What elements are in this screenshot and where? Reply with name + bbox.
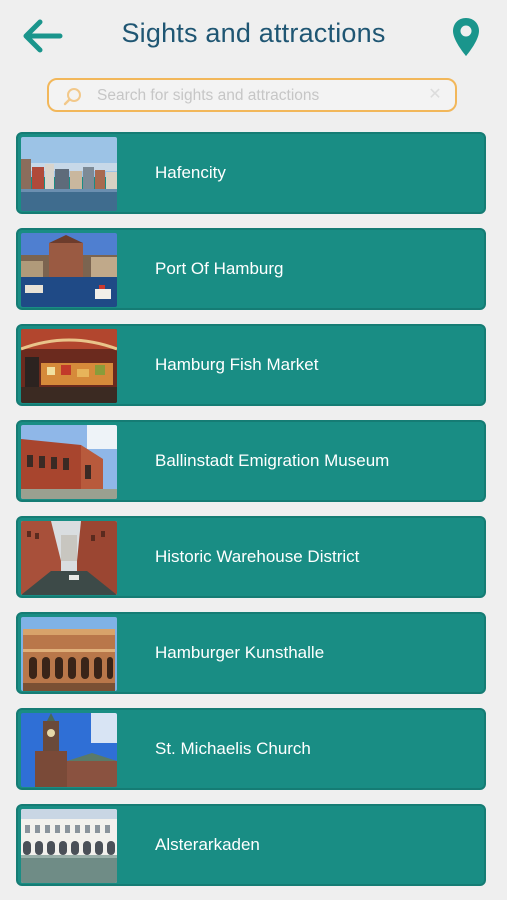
list-item-st-michaelis[interactable]: St. Michaelis Church	[16, 708, 486, 790]
list-item-label: Hamburg Fish Market	[155, 355, 319, 374]
list-item-warehouse-district[interactable]: Historic Warehouse District	[16, 516, 486, 598]
market-photo	[21, 329, 117, 403]
warehouse-photo	[21, 521, 117, 595]
museum-photo	[21, 425, 117, 499]
kunsthalle-photo	[21, 617, 117, 691]
church-photo	[21, 713, 117, 787]
list-item-label: Hafencity	[155, 163, 226, 182]
location-button[interactable]	[450, 16, 482, 58]
top-bar: Sights and attractions	[0, 0, 507, 75]
list-item-label: Ballinstadt Emigration Museum	[155, 451, 390, 470]
list-item-fish-market[interactable]: Hamburg Fish Market	[16, 324, 486, 406]
search-box: ✕	[47, 78, 457, 112]
port-photo	[21, 233, 117, 307]
harbour-city-photo	[21, 137, 117, 211]
arcades-photo	[21, 809, 117, 883]
list-item-ballinstadt[interactable]: Ballinstadt Emigration Museum	[16, 420, 486, 502]
list-item-label: Port Of Hamburg	[155, 259, 284, 278]
list-item-label: Hamburger Kunsthalle	[155, 643, 325, 662]
attractions-list: Hafencity Port Of Hamburg Hamburg Fish M…	[16, 132, 486, 900]
list-item-hafencity[interactable]: Hafencity	[16, 132, 486, 214]
list-item-alsterarkaden[interactable]: Alsterarkaden	[16, 804, 486, 886]
list-item-port-of-hamburg[interactable]: Port Of Hamburg	[16, 228, 486, 310]
clear-x-icon[interactable]: ✕	[427, 87, 443, 103]
list-item-label: Historic Warehouse District	[155, 547, 360, 566]
search-input[interactable]	[95, 84, 429, 108]
list-item-label: Alsterarkaden	[155, 835, 260, 854]
map-pin-icon	[453, 18, 479, 56]
list-item-kunsthalle[interactable]: Hamburger Kunsthalle	[16, 612, 486, 694]
page-title: Sights and attractions	[121, 18, 386, 48]
list-item-label: St. Michaelis Church	[155, 739, 311, 758]
magnifier-icon	[63, 88, 81, 106]
